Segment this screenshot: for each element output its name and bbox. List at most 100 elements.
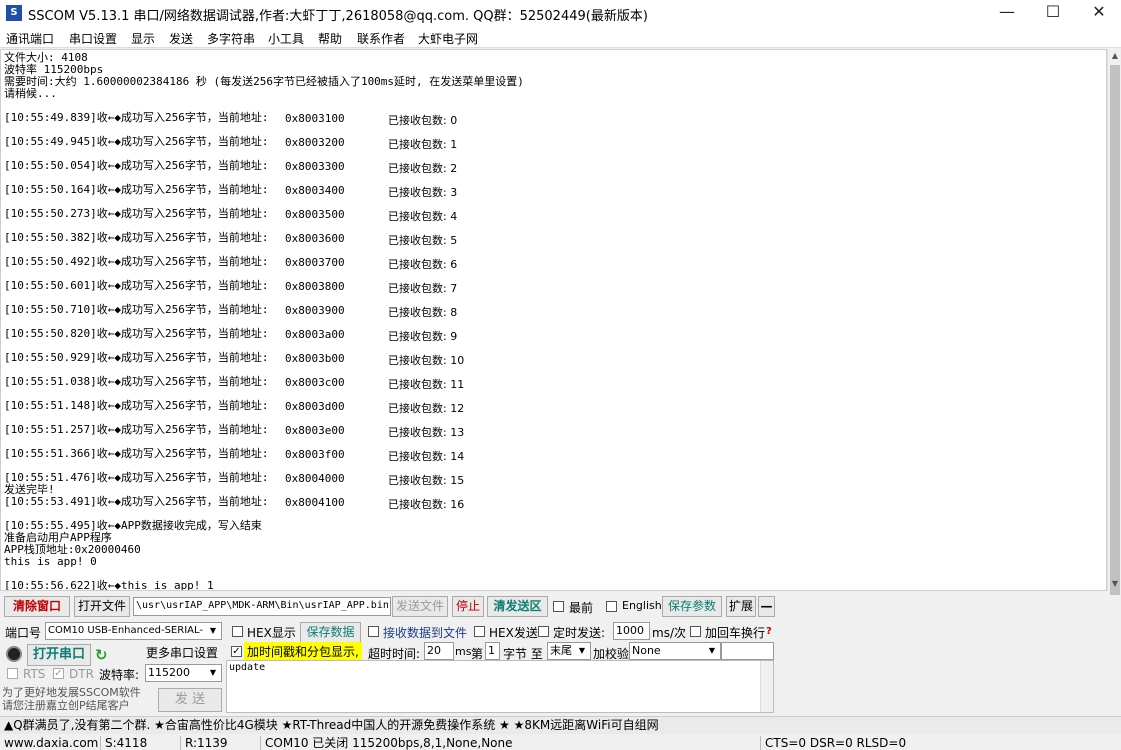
send-textarea[interactable]: update: [226, 660, 774, 713]
recv-to-file-label[interactable]: 接收数据到文件: [383, 624, 467, 641]
recv-row-addr: 0x8003300: [285, 160, 345, 173]
recv-row-text: [10:55:50.929]收←◆成功写入256字节，当前地址:: [4, 351, 269, 364]
rts-checkbox[interactable]: [7, 668, 18, 679]
scroll-down-icon[interactable]: ▼: [1108, 577, 1121, 591]
dtr-checkbox[interactable]: ✓: [53, 668, 64, 679]
recv-row-count: 已接收包数: 13: [388, 426, 465, 439]
recv-row-count: 已接收包数: 1: [388, 138, 458, 151]
open-file-button[interactable]: 打开文件: [74, 596, 130, 617]
recv-row-text: [10:55:50.382]收←◆成功写入256字节，当前地址:: [4, 231, 269, 244]
interval-input[interactable]: 1000: [613, 622, 650, 640]
status-site[interactable]: www.daxia.com: [0, 736, 100, 750]
clear-send-button[interactable]: 清发送区: [487, 596, 548, 617]
recv-row-count: 已接收包数: 11: [388, 378, 465, 391]
byte-no-input[interactable]: 1: [485, 642, 500, 660]
recv-row-addr: 0x8003900: [285, 304, 345, 317]
menu-send[interactable]: 发送: [169, 30, 193, 47]
menu-contact-author[interactable]: 联系作者: [357, 30, 405, 47]
port-select[interactable]: COM10 USB-Enhanced-SERIAL- ▼: [45, 622, 222, 640]
recv-to-file-checkbox[interactable]: [368, 626, 379, 637]
hex-send-label: HEX发送: [489, 626, 538, 640]
status-bar: www.daxia.com S:4118 R:1139 COM10 已关闭 11…: [0, 736, 1121, 750]
checksum-value: None: [632, 644, 661, 657]
recv-row: [10:55:51.366]收←◆成功写入256字节，当前地址:: [4, 448, 268, 460]
recv-row-count: 已接收包数: 9: [388, 330, 458, 343]
add-crlf-checkbox[interactable]: [690, 626, 701, 637]
promo-text[interactable]: 为了更好地发展SSCOM软件 请您注册嘉立创P结尾客户: [2, 686, 152, 714]
recv-row-addr: 0x8003100: [285, 112, 345, 125]
scroll-up-icon[interactable]: ▲: [1108, 49, 1121, 63]
expand-button[interactable]: 扩展: [726, 596, 756, 617]
hex-display-checkbox[interactable]: [232, 626, 243, 637]
menu-display[interactable]: 显示: [131, 30, 155, 47]
send-scrollbar[interactable]: [760, 661, 773, 712]
clear-window-button[interactable]: 清除窗口: [4, 596, 70, 617]
checksum-result: [721, 642, 774, 660]
english-checkbox[interactable]: [606, 601, 617, 612]
help-icon[interactable]: ?: [766, 626, 772, 637]
menu-tools[interactable]: 小工具: [268, 30, 304, 47]
chevron-down-icon: ▼: [578, 646, 586, 655]
tail-select[interactable]: 末尾 ▼: [547, 642, 591, 660]
save-data-button[interactable]: 保存数据: [300, 622, 361, 643]
receive-area[interactable]: 文件大小: 4108 波特率 115200bps 需要时间:大约 1.60000…: [0, 49, 1107, 591]
timestamp-checkbox[interactable]: ✓: [231, 646, 242, 657]
checksum-select[interactable]: None ▼: [629, 642, 721, 660]
add-crlf-label: 加回车换行: [705, 626, 766, 640]
send-file-button[interactable]: 发送文件: [392, 596, 448, 617]
refresh-icon[interactable]: ↻: [95, 646, 108, 664]
recv-line: 请稍候...: [4, 87, 57, 100]
timeout-input[interactable]: 20: [424, 642, 454, 660]
timed-send-checkbox[interactable]: [538, 626, 549, 637]
menu-daxia-site[interactable]: 大虾电子网: [418, 30, 478, 47]
recv-row-count: 已接收包数: 15: [388, 474, 465, 487]
hex-send-checkbox[interactable]: [474, 626, 485, 637]
ad-ticker[interactable]: ▲Q群满员了,没有第二个群. ★合宙高性价比4G模块 ★RT-Thread中国人…: [0, 716, 1121, 734]
recv-row: [10:55:50.601]收←◆成功写入256字节，当前地址:: [4, 280, 268, 292]
topmost-checkbox[interactable]: [553, 601, 564, 612]
recv-row-text: [10:55:51.038]收←◆成功写入256字节，当前地址:: [4, 375, 269, 388]
recv-row-text: [10:55:51.257]收←◆成功写入256字节，当前地址:: [4, 423, 269, 436]
baud-select[interactable]: 115200 ▼: [145, 664, 222, 682]
tail-value: 末尾: [550, 644, 572, 657]
recv-row-text: [10:55:50.054]收←◆成功写入256字节，当前地址:: [4, 159, 269, 172]
rts-label: RTS: [23, 667, 46, 681]
timestamp-label: 加时间戳和分包显示,: [244, 642, 362, 661]
chevron-down-icon: ▼: [708, 646, 716, 655]
stop-button[interactable]: 停止: [452, 596, 484, 617]
recv-row-count: 已接收包数: 14: [388, 450, 465, 463]
minimize-button[interactable]: —: [984, 0, 1030, 26]
ms-unit: ms: [455, 645, 472, 658]
status-port: COM10 已关闭 115200bps,8,1,None,None: [260, 736, 760, 750]
menu-help[interactable]: 帮助: [318, 30, 342, 47]
maximize-button[interactable]: ☐: [1030, 0, 1076, 26]
recv-row: [10:55:50.820]收←◆成功写入256字节，当前地址:: [4, 328, 268, 340]
save-params-button[interactable]: 保存参数: [662, 596, 722, 617]
recv-row-addr: 0x8004100: [285, 496, 345, 509]
send-button[interactable]: 发 送: [158, 688, 222, 712]
recv-row-text: [10:55:50.710]收←◆成功写入256字节，当前地址:: [4, 303, 269, 316]
menu-multi-string[interactable]: 多字符串: [207, 30, 255, 47]
scroll-thumb[interactable]: [1110, 65, 1120, 595]
menu-serial-settings[interactable]: 串口设置: [69, 30, 117, 47]
recv-row-addr: 0x8003600: [285, 232, 345, 245]
chevron-down-icon: ▼: [209, 668, 217, 677]
recv-row-count: 已接收包数: 6: [388, 258, 458, 271]
vertical-scrollbar[interactable]: ▲ ▼: [1107, 49, 1121, 595]
file-path-field[interactable]: \usr\usrIAP_APP\MDK-ARM\Bin\usrIAP_APP.b…: [133, 597, 391, 616]
recv-row: [10:55:50.492]收←◆成功写入256字节，当前地址:: [4, 256, 268, 268]
recv-row-addr: 0x8003a00: [285, 328, 345, 341]
menu-comm-port[interactable]: 通讯端口: [6, 30, 54, 47]
recv-row: [10:55:49.945]收←◆成功写入256字节，当前地址:: [4, 136, 268, 148]
collapse-button[interactable]: —: [758, 596, 775, 617]
recv-line: 需要时间:大约 1.60000002384186 秒 (每发送256字节已经被插…: [4, 75, 524, 88]
dtr-label: DTR: [69, 667, 94, 681]
more-settings-link[interactable]: 更多串口设置: [146, 644, 218, 661]
open-port-button[interactable]: 打开串口: [27, 644, 91, 666]
recv-row-addr: 0x8003b00: [285, 352, 345, 365]
recv-row-text: [10:55:50.820]收←◆成功写入256字节，当前地址:: [4, 327, 269, 340]
recv-row-addr: 0x8003400: [285, 184, 345, 197]
close-button[interactable]: ✕: [1076, 0, 1121, 26]
recv-row-addr: 0x8003500: [285, 208, 345, 221]
recv-row-addr: 0x8003700: [285, 256, 345, 269]
